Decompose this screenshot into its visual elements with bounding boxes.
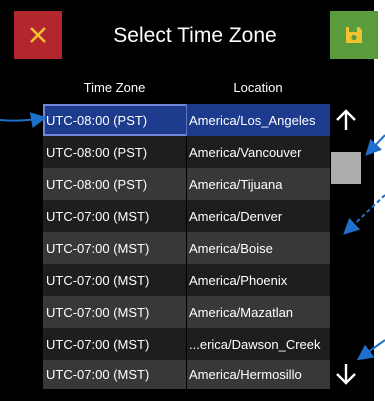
- table-row[interactable]: UTC-07:00 (MST) America/Hermosillo: [43, 360, 330, 389]
- time-zone-cell: UTC-08:00 (PST): [43, 104, 186, 136]
- time-zone-cell: UTC-08:00 (PST): [46, 176, 148, 192]
- time-zone-cell: UTC-07:00 (MST): [46, 336, 150, 352]
- vertical-scrollbar[interactable]: [330, 104, 362, 390]
- location-cell: America/Phoenix: [186, 264, 330, 296]
- table-row[interactable]: UTC-07:00 (MST) America/Boise: [43, 232, 330, 264]
- time-zone-cell: UTC-07:00 (MST): [46, 272, 150, 288]
- arrow-down-icon: [336, 364, 356, 385]
- time-zone-table: Time Zone Location UTC-08:00 (PST) Ameri…: [43, 71, 330, 389]
- save-icon: [346, 27, 362, 43]
- time-zone-cell: UTC-07:00 (MST): [46, 240, 150, 256]
- table-row[interactable]: UTC-07:00 (MST) America/Phoenix: [43, 264, 330, 296]
- location-cell: America/Mazatlan: [186, 296, 330, 328]
- time-zone-cell: UTC-07:00 (MST): [46, 208, 150, 224]
- dialog-title: Select Time Zone: [113, 24, 277, 47]
- time-zone-cell: UTC-07:00 (MST): [46, 304, 150, 320]
- location-cell: America/Los_Angeles: [186, 104, 330, 136]
- table-row[interactable]: UTC-08:00 (PST) America/Vancouver: [43, 136, 330, 168]
- close-icon: [30, 27, 46, 43]
- location-cell: America/Vancouver: [186, 136, 330, 168]
- scroll-up-button[interactable]: [330, 104, 362, 136]
- time-zone-cell: UTC-07:00 (MST): [46, 367, 150, 382]
- save-button[interactable]: [330, 11, 378, 59]
- scroll-thumb[interactable]: [331, 152, 361, 184]
- location-cell: ...erica/Dawson_Creek: [186, 328, 330, 360]
- location-cell: America/Boise: [186, 232, 330, 264]
- table-row[interactable]: UTC-07:00 (MST) ...erica/Dawson_Creek: [43, 328, 330, 360]
- table-row[interactable]: UTC-07:00 (MST) America/Mazatlan: [43, 296, 330, 328]
- time-zone-cell: UTC-08:00 (PST): [46, 144, 148, 160]
- table-row[interactable]: UTC-07:00 (MST) America/Denver: [43, 200, 330, 232]
- arrow-up-icon: [336, 109, 356, 130]
- location-cell: America/Denver: [186, 200, 330, 232]
- location-cell: America/Hermosillo: [186, 360, 330, 389]
- column-header-time-zone[interactable]: Time Zone: [43, 71, 186, 104]
- scroll-down-button[interactable]: [330, 358, 362, 390]
- table-row[interactable]: UTC-08:00 (PST) America/Tijuana: [43, 168, 330, 200]
- location-cell: America/Tijuana: [186, 168, 330, 200]
- column-header-location[interactable]: Location: [186, 71, 330, 104]
- close-button[interactable]: [14, 11, 62, 59]
- time-zone-dialog: Select Time Zone Time Zone Location UTC-…: [0, 0, 378, 401]
- table-row[interactable]: UTC-08:00 (PST) America/Los_Angeles: [43, 104, 330, 136]
